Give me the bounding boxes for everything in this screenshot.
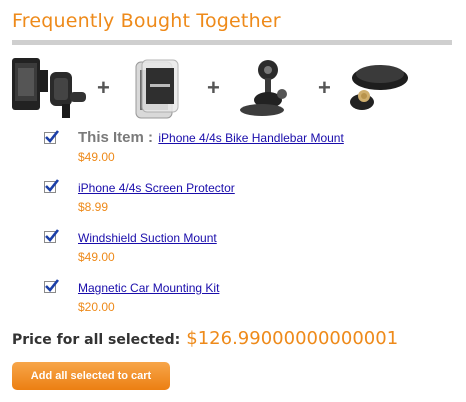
item-link[interactable]: iPhone 4/4s Bike Handlebar Mount bbox=[158, 131, 343, 145]
suction-mount-product-icon[interactable] bbox=[232, 54, 312, 122]
item-price: $8.99 bbox=[78, 200, 109, 214]
title-divider bbox=[12, 40, 452, 45]
item-checkbox[interactable] bbox=[44, 229, 60, 243]
checkmark-icon bbox=[45, 179, 60, 192]
total-price: $126.99000000000001 bbox=[186, 328, 399, 349]
this-item-label: This Item : bbox=[78, 129, 154, 146]
item-link[interactable]: Magnetic Car Mounting Kit bbox=[78, 281, 219, 295]
add-all-to-cart-button[interactable]: Add all selected to cart bbox=[12, 362, 170, 390]
item-checkbox[interactable] bbox=[44, 130, 60, 144]
total-row: Price for all selected: $126.990000000000… bbox=[12, 328, 398, 349]
car-mounting-kit-product-icon[interactable] bbox=[340, 54, 420, 122]
item-price: $49.00 bbox=[78, 150, 115, 164]
item-link[interactable]: iPhone 4/4s Screen Protector bbox=[78, 181, 235, 195]
item-price: $49.00 bbox=[78, 250, 115, 264]
checkmark-icon bbox=[45, 130, 60, 143]
item-checkbox[interactable] bbox=[44, 179, 60, 193]
section-title: Frequently Bought Together bbox=[12, 10, 281, 32]
plus-sign: + bbox=[207, 75, 220, 100]
checkmark-icon bbox=[45, 279, 60, 292]
total-label: Price for all selected: bbox=[12, 332, 181, 348]
item-link[interactable]: Windshield Suction Mount bbox=[78, 231, 217, 245]
item-checkbox[interactable] bbox=[44, 279, 60, 293]
item-price: $20.00 bbox=[78, 300, 115, 314]
plus-sign: + bbox=[97, 75, 110, 100]
screen-protector-product-icon[interactable] bbox=[120, 54, 200, 122]
plus-sign: + bbox=[318, 75, 331, 100]
bike-mount-product-icon[interactable] bbox=[10, 54, 88, 122]
checkmark-icon bbox=[45, 229, 60, 242]
